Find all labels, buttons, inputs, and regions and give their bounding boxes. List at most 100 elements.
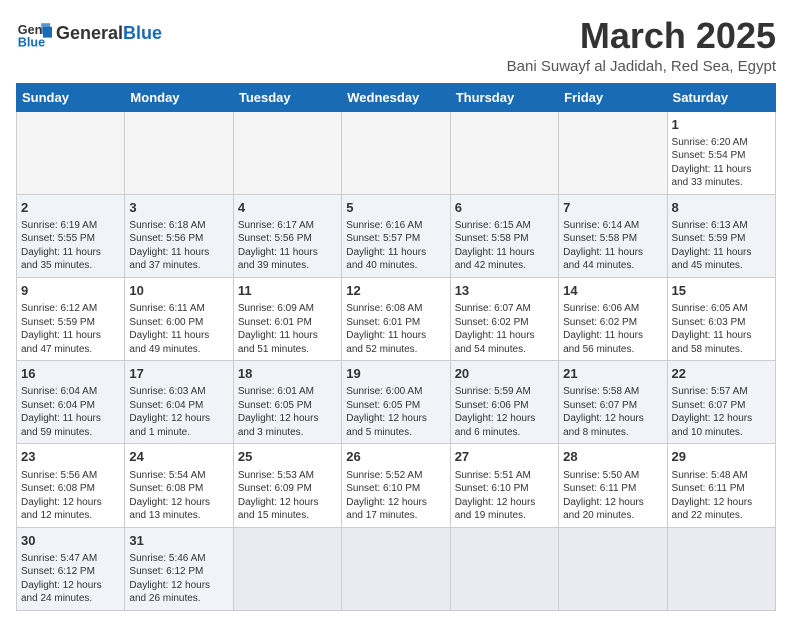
col-monday: Monday (125, 83, 233, 111)
location-title: Bani Suwayf al Jadidah, Red Sea, Egypt (507, 58, 776, 75)
day-number: 21 (563, 365, 662, 383)
table-row: 12 Sunrise: 6:08 AM Sunset: 6:01 PM Dayli… (342, 277, 450, 360)
col-thursday: Thursday (450, 83, 558, 111)
day-info: Sunrise: 6:04 AM Sunset: 6:04 PM Dayligh… (21, 385, 120, 439)
day-number: 14 (563, 282, 662, 300)
table-row: 28Sunrise: 5:50 AM Sunset: 6:11 PM Dayli… (559, 444, 667, 527)
day-info: Sunrise: 6:13 AM Sunset: 5:59 PM Dayligh… (672, 219, 771, 273)
day-number: 25 (238, 448, 337, 466)
day-number: 22 (672, 365, 771, 383)
day-info: Sunrise: 5:51 AM Sunset: 6:10 PM Dayligh… (455, 469, 554, 523)
day-number: 13 (455, 282, 554, 300)
table-row: 10Sunrise: 6:11 AM Sunset: 6:00 PM Dayli… (125, 277, 233, 360)
table-row: 18 Sunrise: 6:01 AM Sunset: 6:05 PM Dayli… (233, 361, 341, 444)
table-row: 3 Sunrise: 6:18 AM Sunset: 5:56 PM Daylig… (125, 194, 233, 277)
day-number: 30 (21, 532, 120, 550)
day-info: Sunrise: 6:01 AM Sunset: 6:05 PM Dayligh… (238, 385, 337, 439)
day-number: 31 (129, 532, 228, 550)
day-info: Sunrise: 6:00 AM Sunset: 6:05 PM Dayligh… (346, 385, 445, 439)
day-number: 1 (672, 116, 771, 134)
table-row: 27Sunrise: 5:51 AM Sunset: 6:10 PM Dayli… (450, 444, 558, 527)
calendar-week-row: 9Sunrise: 6:12 AM Sunset: 5:59 PM Daylig… (17, 277, 776, 360)
day-info: Sunrise: 5:53 AM Sunset: 6:09 PM Dayligh… (238, 469, 337, 523)
calendar-week-row: 16Sunrise: 6:04 AM Sunset: 6:04 PM Dayli… (17, 361, 776, 444)
day-number: 11 (238, 282, 337, 300)
day-number: 29 (672, 448, 771, 466)
day-info: Sunrise: 5:58 AM Sunset: 6:07 PM Dayligh… (563, 385, 662, 439)
table-row: 1 Sunrise: 6:20 AM Sunset: 5:54 PM Daylig… (667, 111, 775, 194)
day-info: Sunrise: 6:14 AM Sunset: 5:58 PM Dayligh… (563, 219, 662, 273)
day-number: 26 (346, 448, 445, 466)
day-number: 3 (129, 199, 228, 217)
svg-text:Blue: Blue (18, 36, 45, 50)
page-container: General Blue GeneralBlue March 2025 Bani… (16, 16, 776, 611)
day-info: Sunrise: 5:48 AM Sunset: 6:11 PM Dayligh… (672, 469, 771, 523)
day-info: Sunrise: 6:09 AM Sunset: 6:01 PM Dayligh… (238, 302, 337, 356)
table-row: 29 Sunrise: 5:48 AM Sunset: 6:11 PM Dayli… (667, 444, 775, 527)
logo-text: GeneralBlue (56, 24, 162, 44)
day-info: Sunrise: 6:06 AM Sunset: 6:02 PM Dayligh… (563, 302, 662, 356)
month-title: March 2025 (507, 16, 776, 56)
day-info: Sunrise: 5:52 AM Sunset: 6:10 PM Dayligh… (346, 469, 445, 523)
table-row: 2 Sunrise: 6:19 AM Sunset: 5:55 PM Daylig… (17, 194, 125, 277)
table-row (559, 527, 667, 610)
day-info: Sunrise: 6:05 AM Sunset: 6:03 PM Dayligh… (672, 302, 771, 356)
table-row: 26 Sunrise: 5:52 AM Sunset: 6:10 PM Dayli… (342, 444, 450, 527)
calendar-header-row: Sunday Monday Tuesday Wednesday Thursday… (17, 83, 776, 111)
day-number: 8 (672, 199, 771, 217)
day-info: Sunrise: 5:47 AM Sunset: 6:12 PM Dayligh… (21, 552, 120, 606)
table-row (233, 527, 341, 610)
table-row (233, 111, 341, 194)
day-info: Sunrise: 6:18 AM Sunset: 5:56 PM Dayligh… (129, 219, 228, 273)
table-row (342, 527, 450, 610)
day-number: 10 (129, 282, 228, 300)
table-row: 23 Sunrise: 5:56 AM Sunset: 6:08 PM Dayli… (17, 444, 125, 527)
day-number: 6 (455, 199, 554, 217)
table-row: 25 Sunrise: 5:53 AM Sunset: 6:09 PM Dayli… (233, 444, 341, 527)
day-number: 4 (238, 199, 337, 217)
calendar-table: Sunday Monday Tuesday Wednesday Thursday… (16, 83, 776, 611)
table-row: 20 Sunrise: 5:59 AM Sunset: 6:06 PM Dayli… (450, 361, 558, 444)
calendar-week-row: 30 Sunrise: 5:47 AM Sunset: 6:12 PM Dayli… (17, 527, 776, 610)
day-info: Sunrise: 6:07 AM Sunset: 6:02 PM Dayligh… (455, 302, 554, 356)
calendar-week-row: 2 Sunrise: 6:19 AM Sunset: 5:55 PM Daylig… (17, 194, 776, 277)
table-row (450, 527, 558, 610)
day-info: Sunrise: 5:56 AM Sunset: 6:08 PM Dayligh… (21, 469, 120, 523)
col-tuesday: Tuesday (233, 83, 341, 111)
table-row (17, 111, 125, 194)
table-row: 17 Sunrise: 6:03 AM Sunset: 6:04 PM Dayli… (125, 361, 233, 444)
day-number: 20 (455, 365, 554, 383)
table-row: 11 Sunrise: 6:09 AM Sunset: 6:01 PM Dayli… (233, 277, 341, 360)
table-row (125, 111, 233, 194)
table-row (559, 111, 667, 194)
day-info: Sunrise: 6:03 AM Sunset: 6:04 PM Dayligh… (129, 385, 228, 439)
col-wednesday: Wednesday (342, 83, 450, 111)
table-row: 19Sunrise: 6:00 AM Sunset: 6:05 PM Dayli… (342, 361, 450, 444)
day-number: 2 (21, 199, 120, 217)
table-row: 16Sunrise: 6:04 AM Sunset: 6:04 PM Dayli… (17, 361, 125, 444)
day-number: 17 (129, 365, 228, 383)
day-info: Sunrise: 5:59 AM Sunset: 6:06 PM Dayligh… (455, 385, 554, 439)
day-info: Sunrise: 6:19 AM Sunset: 5:55 PM Dayligh… (21, 219, 120, 273)
day-info: Sunrise: 6:20 AM Sunset: 5:54 PM Dayligh… (672, 136, 771, 190)
table-row: 30 Sunrise: 5:47 AM Sunset: 6:12 PM Dayli… (17, 527, 125, 610)
table-row: 7Sunrise: 6:14 AM Sunset: 5:58 PM Daylig… (559, 194, 667, 277)
calendar-week-row: 1 Sunrise: 6:20 AM Sunset: 5:54 PM Daylig… (17, 111, 776, 194)
day-number: 18 (238, 365, 337, 383)
table-row: 8 Sunrise: 6:13 AM Sunset: 5:59 PM Daylig… (667, 194, 775, 277)
table-row: 31 Sunrise: 5:46 AM Sunset: 6:12 PM Dayli… (125, 527, 233, 610)
table-row: 6 Sunrise: 6:15 AM Sunset: 5:58 PM Daylig… (450, 194, 558, 277)
table-row (342, 111, 450, 194)
table-row: 13 Sunrise: 6:07 AM Sunset: 6:02 PM Dayli… (450, 277, 558, 360)
day-info: Sunrise: 6:15 AM Sunset: 5:58 PM Dayligh… (455, 219, 554, 273)
table-row: 14 Sunrise: 6:06 AM Sunset: 6:02 PM Dayli… (559, 277, 667, 360)
table-row: 21 Sunrise: 5:58 AM Sunset: 6:07 PM Dayli… (559, 361, 667, 444)
day-number: 24 (129, 448, 228, 466)
day-number: 28 (563, 448, 662, 466)
day-info: Sunrise: 5:46 AM Sunset: 6:12 PM Dayligh… (129, 552, 228, 606)
day-number: 12 (346, 282, 445, 300)
day-number: 23 (21, 448, 120, 466)
table-row (450, 111, 558, 194)
table-row: 22Sunrise: 5:57 AM Sunset: 6:07 PM Dayli… (667, 361, 775, 444)
day-info: Sunrise: 6:08 AM Sunset: 6:01 PM Dayligh… (346, 302, 445, 356)
